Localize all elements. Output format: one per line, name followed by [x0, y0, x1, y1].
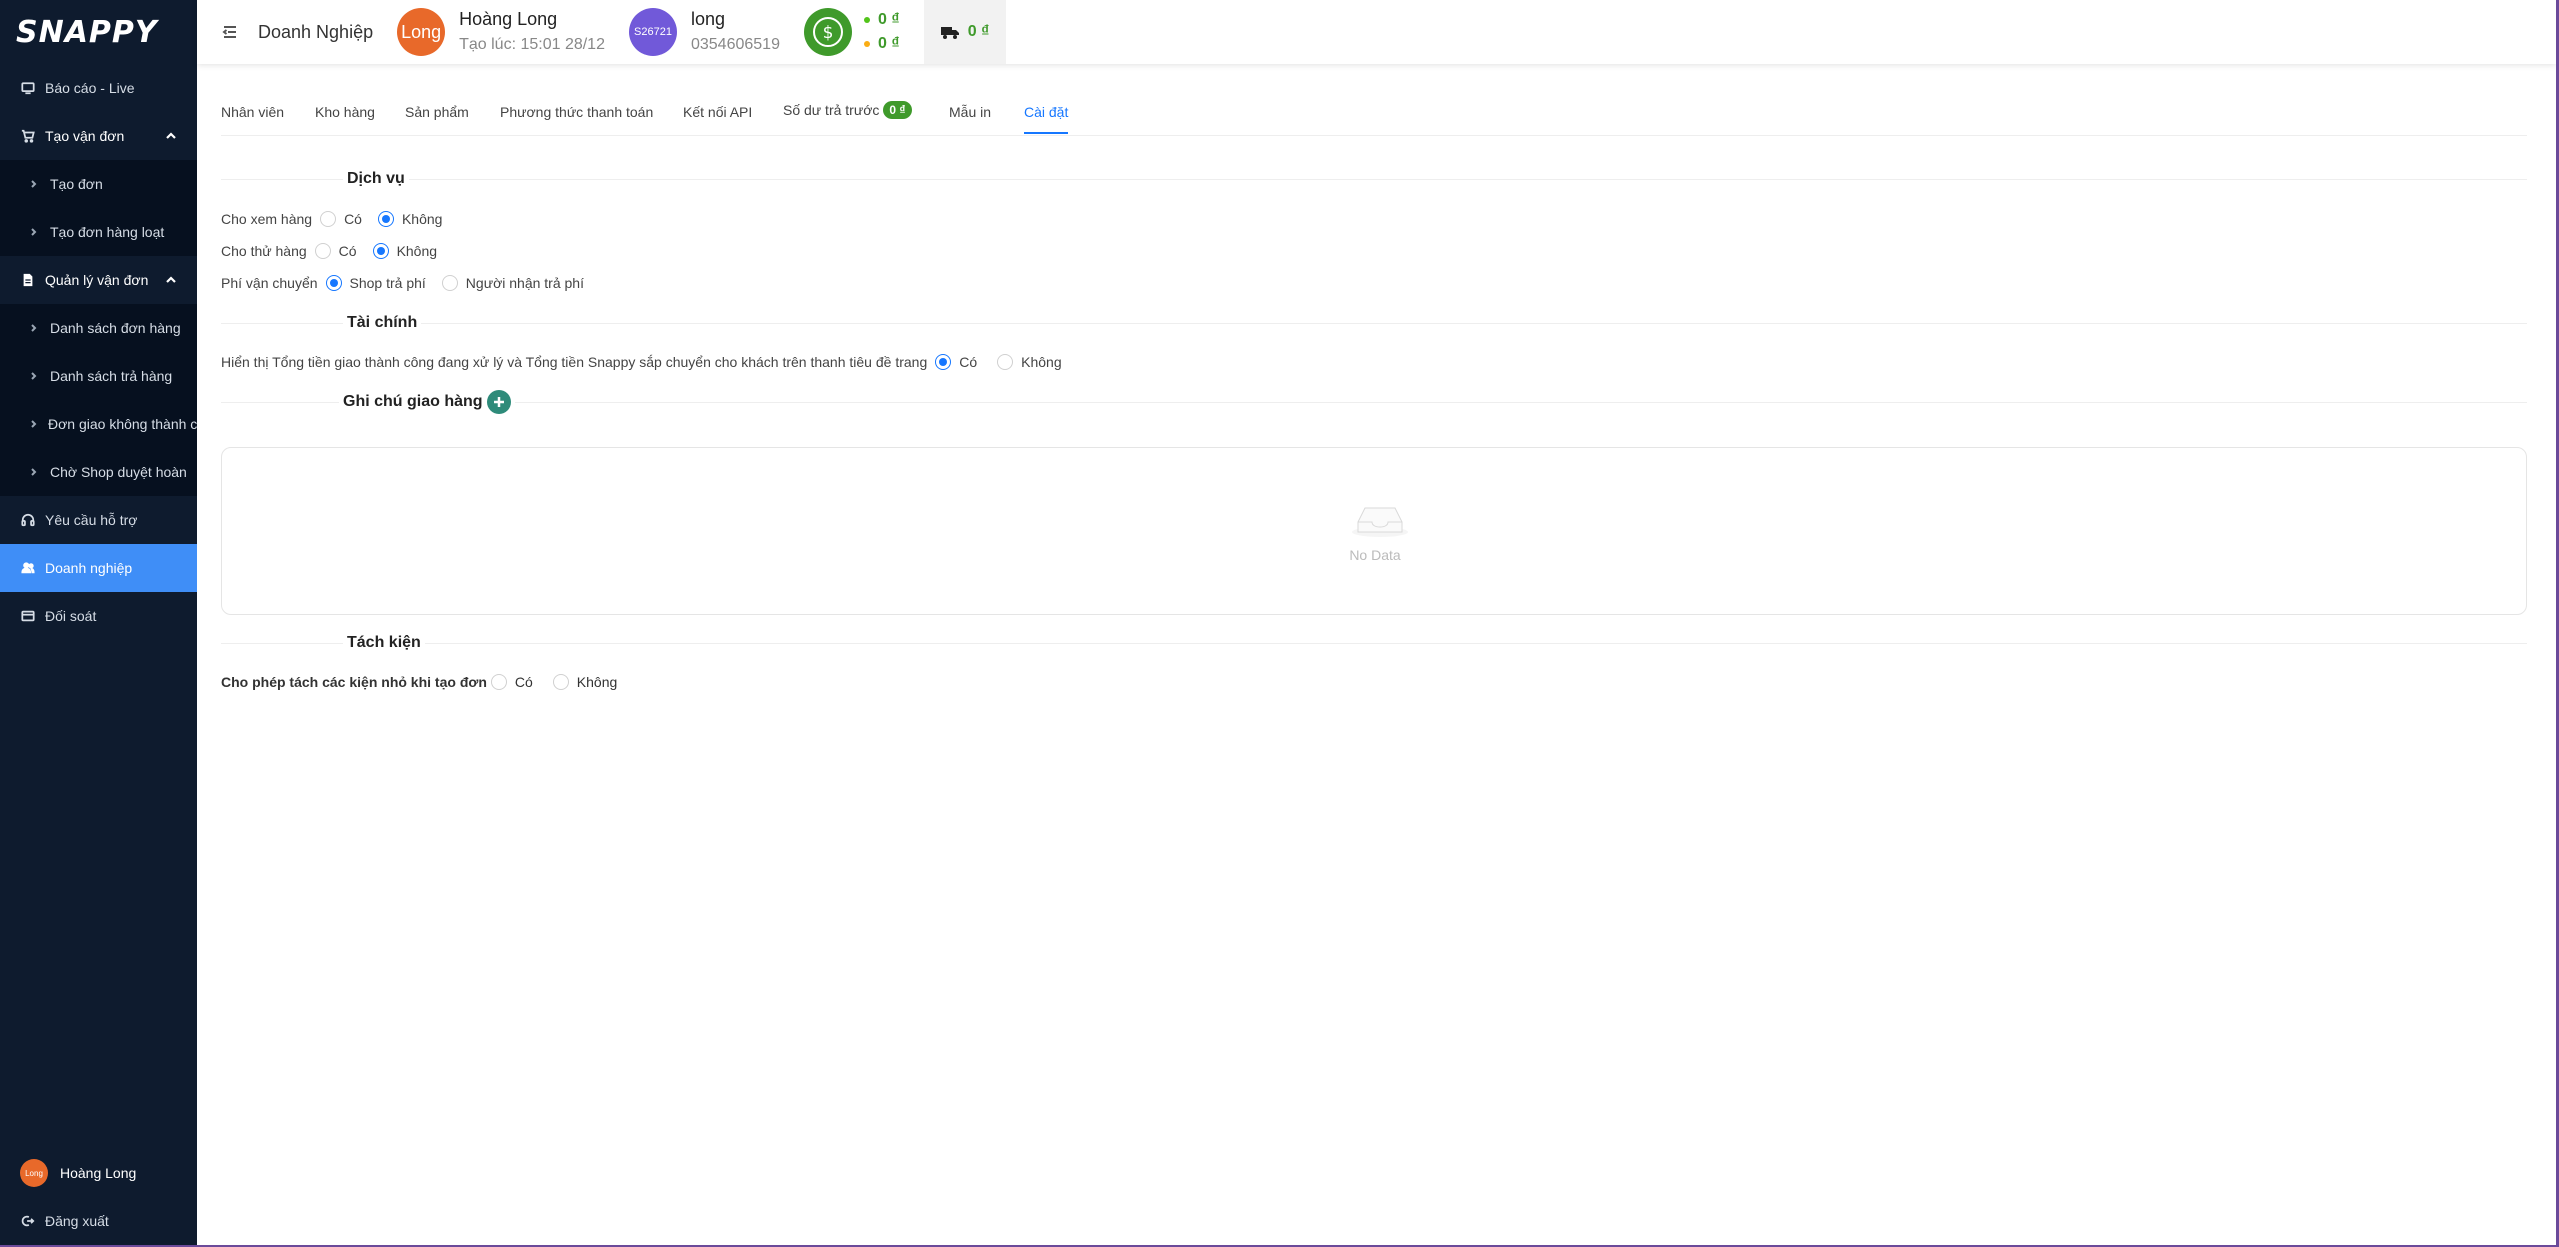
logout-icon	[20, 1213, 36, 1229]
chevron-right-icon	[30, 372, 40, 380]
users-icon	[20, 560, 36, 576]
account-info: long 0354606519	[691, 8, 780, 56]
finance-display-row: Hiển thị Tổng tiền giao thành công đang …	[221, 354, 1062, 370]
section-title-services: Dịch vụ	[343, 170, 409, 188]
chevron-right-icon	[30, 324, 40, 332]
sidebar-item-create-order[interactable]: Tạo vận đơn	[0, 112, 197, 160]
sidebar-item-new-order[interactable]: Tạo đơn	[0, 160, 197, 208]
business-tabs: Nhân viên Kho hàng Sản phẩm Phương thức …	[221, 64, 2527, 136]
owner-created-time: Tạo lúc: 15:01 28/12	[459, 36, 605, 53]
status-dot	[863, 41, 870, 47]
split-no-radio[interactable]	[552, 674, 569, 690]
delivery-notes-list: No Data	[221, 447, 2527, 615]
chevron-right-icon	[30, 420, 38, 428]
finance-display-yes-radio[interactable]	[935, 354, 952, 370]
status-dot	[863, 17, 870, 23]
sidebar-item-reconciliation[interactable]: Đối soát	[0, 592, 197, 640]
sidebar-item-manage-orders[interactable]: Quản lý vận đơn	[0, 256, 197, 304]
sidebar-footer: Long Hoàng Long Đăng xuất	[0, 1149, 197, 1245]
chevron-up-icon[interactable]	[165, 129, 179, 143]
finance-display-no-radio[interactable]	[997, 354, 1014, 370]
try-goods-row: Cho thử hàng Có Không	[221, 243, 438, 259]
manage-orders-submenu: Danh sách đơn hàng Danh sách trả hàng Đơ…	[0, 304, 197, 496]
try-goods-no-radio[interactable]	[372, 243, 389, 259]
tab-api[interactable]: Kết nối API	[683, 104, 752, 120]
sidebar-user[interactable]: Long Hoàng Long	[0, 1149, 197, 1197]
prepaid-badge: 0 ₫	[883, 101, 912, 119]
logo[interactable]: SNAPPY	[0, 0, 197, 64]
cart-icon	[20, 128, 36, 144]
sidebar-item-return-list[interactable]: Danh sách trả hàng	[0, 352, 197, 400]
tab-products[interactable]: Sản phẩm	[405, 104, 469, 120]
logout-button[interactable]: Đăng xuất	[0, 1197, 197, 1245]
sidebar-item-pending-return[interactable]: Chờ Shop duyệt hoàn	[0, 448, 197, 496]
divider	[221, 643, 2527, 644]
section-title-delivery-notes: Ghi chú giao hàng	[339, 390, 515, 414]
tab-prepaid-balance[interactable]: Số dư trả trước 0 ₫	[783, 101, 912, 119]
receiver-pays-radio[interactable]	[441, 275, 458, 291]
account-avatar: S26721	[628, 8, 677, 56]
tab-warehouse[interactable]: Kho hàng	[315, 104, 375, 120]
tab-payment-methods[interactable]: Phương thức thanh toán	[500, 104, 653, 120]
menu-fold-icon[interactable]	[222, 24, 238, 40]
divider	[221, 179, 2527, 180]
headset-icon	[20, 512, 36, 528]
chevron-right-icon	[30, 228, 40, 236]
monitor-icon	[20, 80, 36, 96]
add-note-button[interactable]	[486, 390, 511, 414]
sidebar-item-failed-delivery[interactable]: Đơn giao không thành công	[0, 400, 197, 448]
sidebar-item-bulk-order[interactable]: Tạo đơn hàng loạt	[0, 208, 197, 256]
owner-info: Hoàng Long Tạo lúc: 15:01 28/12	[459, 8, 605, 56]
main-content: Nhân viên Kho hàng Sản phẩm Phương thức …	[221, 64, 2527, 690]
shop-pays-radio[interactable]	[325, 275, 342, 291]
account-name: long	[690, 9, 726, 29]
balance-summary: 0 ₫ 0 ₫	[863, 8, 900, 56]
shipping-fee-row: Phí vận chuyển Shop trả phí Người nhận t…	[221, 275, 584, 291]
section-title-split-package: Tách kiện	[343, 634, 425, 652]
tab-employees[interactable]: Nhân viên	[221, 104, 284, 120]
sidebar-item-live-report[interactable]: Báo cáo - Live	[0, 64, 197, 112]
owner-avatar: Long	[397, 8, 446, 56]
balance-main: 0 ₫	[863, 8, 900, 32]
empty-state: No Data	[1349, 494, 1410, 563]
section-title-finance: Tài chính	[343, 314, 422, 332]
sidebar-item-support[interactable]: Yêu cầu hỗ trợ	[0, 496, 197, 544]
chevron-up-icon[interactable]	[165, 273, 179, 287]
view-goods-no-radio[interactable]	[377, 211, 394, 227]
page-title: Doanh Nghiệp	[258, 21, 374, 42]
view-goods-row: Cho xem hàng Có Không	[221, 211, 443, 227]
empty-text: No Data	[1349, 547, 1401, 563]
credit-card-icon	[20, 608, 36, 624]
try-goods-yes-radio[interactable]	[314, 243, 331, 259]
truck-icon	[940, 27, 959, 39]
create-order-submenu: Tạo đơn Tạo đơn hàng loạt	[0, 160, 197, 256]
split-package-row: Cho phép tách các kiện nhỏ khi tạo đơn C…	[221, 674, 618, 690]
active-tab-indicator	[1024, 132, 1068, 134]
cod-balance[interactable]: 0 ₫	[923, 0, 1006, 64]
owner-name: Hoàng Long	[459, 9, 558, 29]
sidebar: SNAPPY Báo cáo - Live Tạo vận đơn Tạo đơ…	[0, 0, 197, 1245]
sidebar-item-order-list[interactable]: Danh sách đơn hàng	[0, 304, 197, 352]
tab-print-templates[interactable]: Mẫu in	[949, 104, 991, 120]
divider	[221, 323, 2527, 324]
app-window: SNAPPY Báo cáo - Live Tạo vận đơn Tạo đơ…	[0, 0, 2556, 1245]
chevron-right-icon	[30, 180, 40, 188]
dollar-icon[interactable]: $	[803, 8, 852, 56]
view-goods-yes-radio[interactable]	[320, 211, 337, 227]
plus-icon	[493, 397, 504, 407]
document-icon	[20, 272, 36, 288]
balance-pending: 0 ₫	[863, 32, 900, 56]
sidebar-item-business[interactable]: Doanh nghiệp	[0, 544, 197, 592]
account-phone: 0354606519	[690, 36, 780, 53]
empty-inbox-icon	[1352, 507, 1408, 537]
tab-settings[interactable]: Cài đặt	[1024, 104, 1068, 120]
top-header: Doanh Nghiệp Long Hoàng Long Tạo lúc: 15…	[197, 0, 2556, 64]
svg-text:$: $	[823, 23, 834, 43]
avatar: Long	[20, 1159, 48, 1187]
chevron-right-icon	[30, 468, 40, 476]
split-yes-radio[interactable]	[490, 674, 507, 690]
divider	[221, 402, 2527, 403]
